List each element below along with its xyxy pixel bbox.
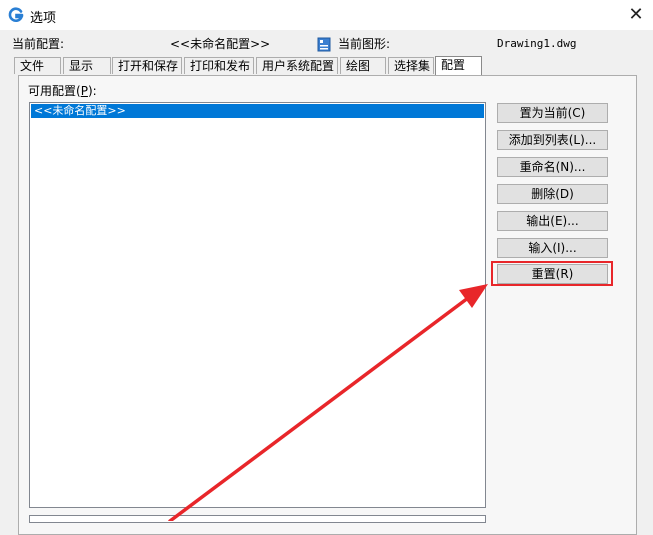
- close-icon: ✕: [628, 4, 644, 25]
- profile-description-box: [29, 515, 486, 523]
- current-profile-label: 当前配置:: [12, 37, 65, 51]
- set-current-button[interactable]: 置为当前(C): [497, 103, 608, 123]
- add-to-list-button[interactable]: 添加到列表(L)...: [497, 130, 608, 150]
- tab-drafting[interactable]: 绘图: [340, 57, 386, 74]
- tab-plot-publish[interactable]: 打印和发布: [184, 57, 254, 74]
- window-title: 选项: [30, 11, 57, 26]
- tab-open-save[interactable]: 打开和保存: [112, 57, 182, 74]
- current-drawing-label: 当前图形:: [338, 37, 391, 51]
- current-profile-value: <<未命名配置>>: [170, 37, 271, 51]
- tab-files[interactable]: 文件: [14, 57, 61, 74]
- title-bar: [0, 0, 653, 30]
- import-button[interactable]: 输入(I)...: [497, 238, 608, 258]
- tab-display[interactable]: 显示: [63, 57, 111, 74]
- tab-selection[interactable]: 选择集: [388, 57, 434, 74]
- delete-button[interactable]: 删除(D): [497, 184, 608, 204]
- tab-profiles[interactable]: 配置: [435, 56, 482, 75]
- export-button[interactable]: 输出(E)...: [497, 211, 608, 231]
- drawing-file-icon: [317, 37, 331, 52]
- app-logo-icon: [8, 7, 24, 22]
- close-button[interactable]: ✕: [622, 2, 650, 28]
- rename-button[interactable]: 重命名(N)...: [497, 157, 608, 177]
- current-drawing-value: Drawing1.dwg: [497, 37, 577, 50]
- tab-user-preferences[interactable]: 用户系统配置: [256, 57, 338, 74]
- annotation-highlight-box: [491, 261, 613, 286]
- available-profiles-label: 可用配置(P):: [28, 84, 97, 98]
- list-item[interactable]: <<未命名配置>>: [31, 104, 484, 118]
- profiles-listbox[interactable]: <<未命名配置>>: [29, 102, 486, 508]
